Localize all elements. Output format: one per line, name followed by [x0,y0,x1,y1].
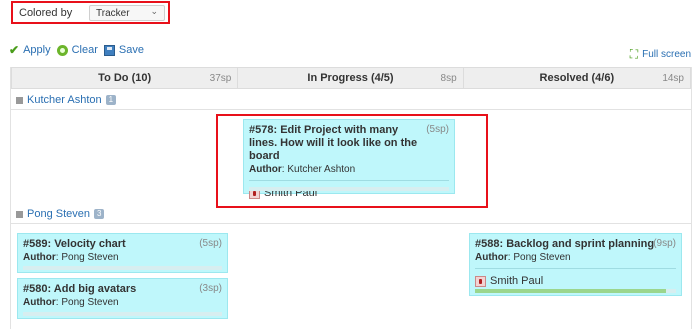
card-author: Author: Pong Steven [23,297,119,308]
card-story-points: (9sp) [653,238,676,249]
author-label: Author [23,252,56,263]
card-title[interactable]: #580: Add big avatars [23,283,222,296]
swimlane-name: Kutcher Ashton [27,94,102,106]
chevron-down-icon: ⌄ [150,6,158,16]
clear-label: Clear [71,44,98,56]
assignee-name: Smith Paul [490,275,544,287]
card-title[interactable]: #588: Backlog and sprint planning [475,238,676,251]
card-progress-bar [23,312,222,316]
fullscreen-icon: ⛶ [629,47,639,61]
card-story-points: (3sp) [199,283,222,294]
colored-by-filter: Colored by Tracker ⌄ [11,1,170,24]
save-icon [103,44,115,56]
issue-card-589[interactable]: #589: Velocity chart (5sp) Author: Pong … [17,233,228,273]
collapse-icon[interactable] [16,96,23,104]
card-author: Author: Pong Steven [475,252,571,263]
card-progress-bar [23,266,222,270]
tracker-select[interactable]: Tracker ⌄ [89,5,165,21]
highlight-box [216,114,488,208]
apply-link[interactable]: ✔ Apply [9,43,51,57]
swimlane-count-badge: 3 [94,209,105,219]
full-screen-label: Full screen [642,49,691,60]
swimlane-count-badge: 1 [105,95,117,105]
collapse-icon[interactable] [16,210,23,218]
column-story-points: 8sp [440,73,457,84]
card-title[interactable]: #589: Velocity chart [23,238,222,251]
card-progress-fill [475,289,666,293]
swimlane-kutcher-ashton[interactable]: Kutcher Ashton 1 [16,94,117,106]
save-link[interactable]: Save [103,44,144,56]
author-label: Author [23,297,56,308]
filter-actions: ✔ Apply Clear Save [9,43,150,57]
lane-divider [11,223,691,224]
colored-by-label: Colored by [19,6,73,19]
tracker-select-value: Tracker [96,7,130,19]
author-name: Pong Steven [513,252,571,263]
full-screen-link[interactable]: ⛶ Full screen [630,47,691,62]
column-story-points: 14sp [662,73,684,84]
issue-card-580[interactable]: #580: Add big avatars (3sp) Author: Pong… [17,278,228,319]
clear-link[interactable]: Clear [56,44,98,56]
card-progress-bar [475,289,676,293]
save-label: Save [118,44,144,56]
column-header-todo: To Do (10) 37sp [12,68,239,88]
apply-label: Apply [23,44,51,56]
card-assignee: Smith Paul [475,275,676,287]
author-label: Author [475,252,508,263]
column-header-resolved: Resolved (4/6) 14sp [464,68,690,88]
issue-card-588[interactable]: #588: Backlog and sprint planning (9sp) … [469,233,682,296]
card-separator [475,268,676,269]
swimlane-pong-steven[interactable]: Pong Steven 3 [16,208,105,220]
author-name: Pong Steven [61,297,119,308]
board-header: To Do (10) 37sp In Progress (4/5) 8sp Re… [11,67,691,89]
check-icon: ✔ [9,43,20,57]
swimlane-name: Pong Steven [27,208,90,220]
column-header-in-progress: In Progress (4/5) 8sp [238,68,464,88]
card-story-points: (5sp) [199,238,222,249]
column-title: To Do (10) [98,72,152,84]
clear-icon [56,44,68,56]
avatar-icon [475,275,486,287]
column-title: Resolved (4/6) [539,72,615,84]
column-title: In Progress (4/5) [307,72,394,84]
author-name: Pong Steven [61,252,119,263]
column-story-points: 37sp [209,73,232,84]
card-author: Author: Pong Steven [23,252,119,263]
lane-divider [11,109,691,110]
